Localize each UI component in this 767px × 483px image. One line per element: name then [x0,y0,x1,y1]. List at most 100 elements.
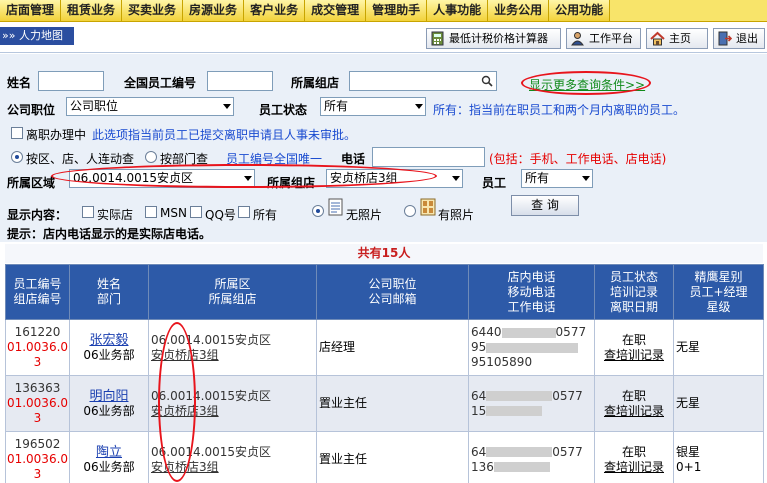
name-label: 姓名 [7,76,32,90]
training-record-link[interactable]: 查培训记录 [595,460,673,475]
toolbar: »» 人力地图 最低计税价格计算器 工作平台 主页 退出 [0,23,767,53]
radio-by-dept[interactable] [145,151,157,163]
col-header-id: 员工编号 组店编号 [5,264,70,320]
redacted-bar [486,342,579,353]
cell-phone: 6440 0577 95 95105890 [468,319,595,376]
nav-item-hr[interactable]: 人事功能 [427,0,489,21]
employee-name-link[interactable]: 陶立 [70,445,148,460]
position-label: 公司职位 [7,103,56,117]
redacted-bar [486,447,553,457]
cell-star: 无星 [673,375,764,432]
user-icon [571,32,584,46]
cell-status: 在职 查培训记录 [594,319,674,376]
workbench-label: 工作平台 [589,32,633,45]
employee-name-link[interactable]: 明向阳 [70,389,148,404]
phone-note: (包括：手机、工作电话、店电话) [489,152,667,166]
status-value: 所有 [324,99,349,113]
nav-item-customers[interactable]: 客户业务 [244,0,306,21]
name-input[interactable] [38,71,104,91]
col-header-area: 所属区 所属组店 [148,264,317,320]
cell-position: 店经理 [316,319,469,376]
search-icon[interactable] [481,75,493,87]
employee-value: 所有 [525,171,550,185]
annotation-ellipse-more [521,71,651,95]
radio-with-photo[interactable] [404,205,416,217]
opt-msn-checkbox[interactable] [145,206,157,218]
table-row: 196502 01.0036.0 3 陶立 06业务部 06.0014.0015安贞区… [5,431,764,483]
cell-id: 161220 01.0036.0 3 [5,319,70,376]
home-label: 主页 [669,32,691,45]
nav-item-store[interactable]: 店面管理 [0,0,62,21]
status-select[interactable]: 所有 [320,97,426,116]
exit-button[interactable]: 退出 [713,28,765,49]
annotation-ellipse-area-column [158,322,196,482]
nav-item-rental[interactable]: 租赁业务 [61,0,123,21]
resign-checkbox[interactable] [11,127,23,139]
cell-position: 置业主任 [316,375,469,432]
radio-by-area-label: 按区、店、人连动查 [26,152,135,166]
opt-actual-checkbox[interactable] [82,206,94,218]
status-label: 员工状态 [259,103,308,117]
col-header-star: 精鹰星别 员工+经理 星级 [673,264,764,320]
nav-item-deals[interactable]: 成交管理 [305,0,367,21]
chevron-down-icon [415,104,423,109]
redacted-bar [501,327,556,338]
region-label: 所属区域 [7,176,56,190]
nav-item-common[interactable]: 公用功能 [549,0,611,21]
display-content-label: 显示内容： [7,208,68,222]
home-button[interactable]: 主页 [646,28,708,49]
nav-item-sales[interactable]: 买卖业务 [122,0,184,21]
workbench-button[interactable]: 工作平台 [566,28,641,49]
cell-id: 136363 01.0036.0 3 [5,375,70,432]
nav-item-listings[interactable]: 房源业务 [183,0,245,21]
tax-calculator-button[interactable]: 最低计税价格计算器 [426,28,561,49]
store-input[interactable] [349,71,497,91]
cell-star: 银星 0+1 [673,431,764,483]
opt-all-label: 所有 [253,208,278,222]
chevron-down-icon [582,176,590,181]
redacted-bar [493,462,550,472]
cell-status: 在职 查培训记录 [594,431,674,483]
employee-select[interactable]: 所有 [521,169,593,188]
training-record-link[interactable]: 查培训记录 [595,348,673,363]
redacted-bar [486,406,543,416]
col-header-position: 公司职位 公司邮箱 [316,264,469,320]
employee-name-link[interactable]: 张宏毅 [70,333,148,348]
phone-label: 电话 [341,152,366,166]
employee-label: 员工 [482,176,507,190]
status-note: 所有：指当前在职员工和两个月内离职的员工。 [433,103,686,117]
query-button[interactable]: 查 询 [511,195,579,216]
opt-actual-label: 实际店 [97,208,134,222]
resign-note: 此选项指当前员工已提交离职申请且人事未审批。 [92,128,357,142]
table-row: 161220 01.0036.0 3 张宏毅 06业务部 06.0014.0015安贞… [5,319,764,376]
position-value: 公司职位 [70,99,119,113]
col-header-phone: 店内电话 移动电话 工作电话 [468,264,595,320]
table-row: 136363 01.0036.0 3 明向阳 06业务部 06.0014.0015安贞… [5,375,764,432]
cell-name: 明向阳 06业务部 [69,375,149,432]
opt-all-checkbox[interactable] [238,206,250,218]
resign-checkbox-label: 离职办理中 [26,128,87,142]
employee-table: 员工编号 组店编号 姓名 部门 所属区 所属组店 公司职位 公司邮箱 店内电话 移动电话工… [5,264,764,483]
col-header-status: 员工状态 培训记录 离职日期 [594,264,674,320]
table-header-row: 员工编号 组店编号 姓名 部门 所属区 所属组店 公司职位 公司邮箱 店内电话 移动电话工… [5,264,764,320]
calculator-icon [431,31,444,46]
nav-item-business-common[interactable]: 业务公用 [488,0,550,21]
tax-calculator-label: 最低计税价格计算器 [449,32,548,45]
exit-label: 退出 [736,32,758,45]
radio-by-area[interactable] [11,151,23,163]
chevron-down-icon [223,104,231,109]
tip-text: 提示：店内电话显示的是实际店电话。 [7,227,212,241]
cell-star: 无星 [673,319,764,376]
phone-input[interactable] [372,147,485,167]
radio-no-photo[interactable] [312,205,324,217]
opt-qq-checkbox[interactable] [190,206,202,218]
result-count: 共有15人 [5,244,763,263]
national-id-input[interactable] [207,71,273,91]
cell-id: 196502 01.0036.0 3 [5,431,70,483]
training-record-link[interactable]: 查培训记录 [595,404,673,419]
position-select[interactable]: 公司职位 [66,97,234,116]
store-label: 所属组店 [291,76,340,90]
nav-item-assistant[interactable]: 管理助手 [366,0,428,21]
top-nav: 店面管理 租赁业务 买卖业务 房源业务 客户业务 成交管理 管理助手 人事功能 … [0,0,767,22]
cell-name: 陶立 06业务部 [69,431,149,483]
